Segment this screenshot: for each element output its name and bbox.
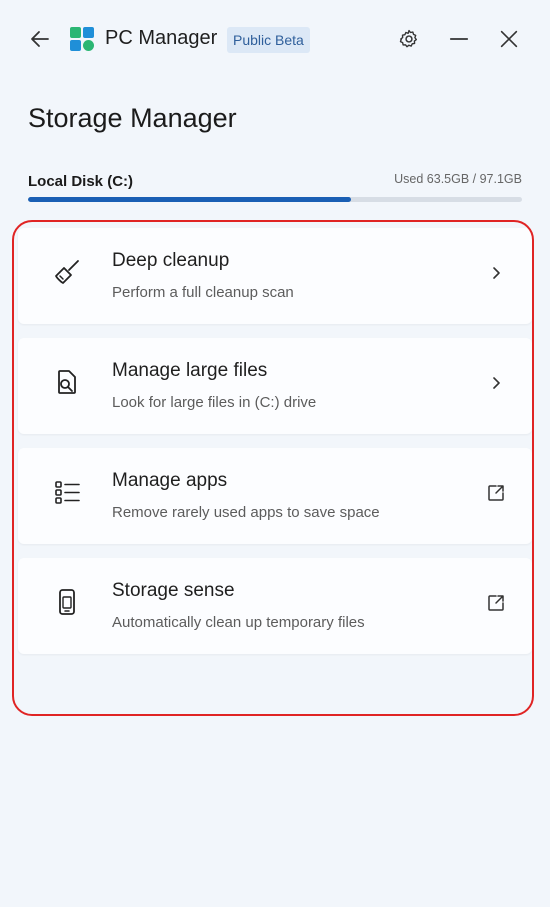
external-link-icon — [486, 593, 506, 613]
disk-usage-text: Used 63.5GB / 97.1GB — [394, 172, 522, 186]
page-title: Storage Manager — [28, 103, 237, 133]
title-bar: PC Manager Public Beta — [0, 0, 550, 78]
minimize-icon — [449, 38, 469, 40]
close-button[interactable] — [493, 23, 525, 55]
storage-options-list: Deep cleanup Perform a full cleanup scan… — [18, 228, 532, 668]
minimize-button[interactable] — [443, 23, 475, 55]
chevron-right-icon — [486, 263, 506, 283]
broom-icon — [51, 256, 83, 288]
back-arrow-icon — [31, 31, 49, 47]
close-icon — [500, 30, 518, 48]
chevron-right-icon — [486, 373, 506, 393]
manage-apps-item[interactable]: Manage apps Remove rarely used apps to s… — [18, 448, 532, 544]
beta-badge: Public Beta — [227, 27, 310, 53]
item-description: Look for large files in (C:) drive — [112, 394, 317, 411]
manage-large-files-item[interactable]: Manage large files Look for large files … — [18, 338, 532, 434]
disk-usage-bar — [28, 197, 522, 202]
settings-button[interactable] — [393, 23, 425, 55]
app-list-icon — [51, 476, 83, 508]
phone-storage-icon — [51, 586, 83, 618]
storage-sense-item[interactable]: Storage sense Automatically clean up tem… — [18, 558, 532, 654]
item-description: Remove rarely used apps to save space — [112, 504, 380, 521]
item-title: Manage apps — [112, 470, 228, 491]
file-search-icon — [51, 366, 83, 398]
disk-label[interactable]: Local Disk (C:) — [28, 173, 133, 190]
item-title: Deep cleanup — [112, 250, 230, 271]
app-name: PC Manager — [105, 27, 218, 49]
pc-manager-logo — [70, 27, 94, 51]
gear-icon — [399, 29, 418, 48]
item-title: Manage large files — [112, 360, 268, 381]
item-description: Automatically clean up temporary files — [112, 614, 365, 631]
deep-cleanup-item[interactable]: Deep cleanup Perform a full cleanup scan — [18, 228, 532, 324]
item-title: Storage sense — [112, 580, 235, 601]
external-link-icon — [486, 483, 506, 503]
disk-usage-fill — [28, 197, 352, 202]
item-description: Perform a full cleanup scan — [112, 284, 294, 301]
back-button[interactable] — [24, 23, 56, 55]
